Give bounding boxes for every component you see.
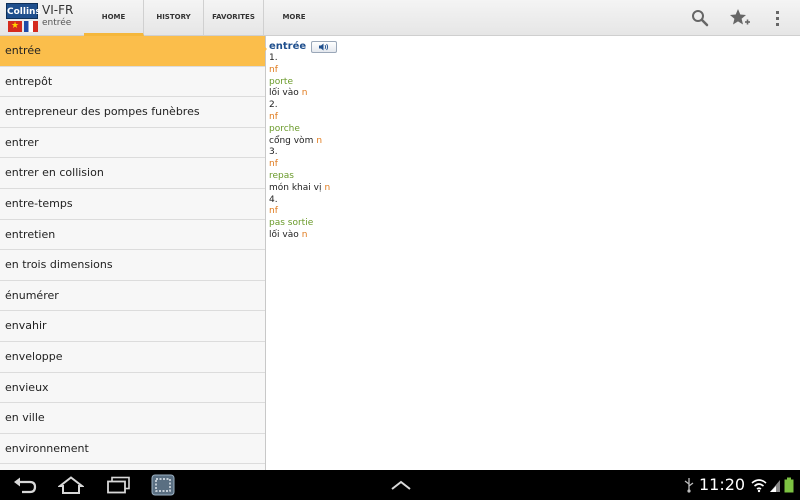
vietnamese-text: lối vào [269, 229, 299, 240]
vietnamese-translation: cổng vòm n [269, 136, 789, 148]
word-list-item[interactable]: en ville [0, 403, 265, 434]
wifi-icon [751, 477, 767, 493]
tab-favorites[interactable]: FAVORITES [204, 0, 264, 36]
sense-4: 4. nf pas sortie lối vào n [269, 195, 789, 242]
pronunciation-audio-button[interactable] [311, 40, 338, 53]
part-of-speech: nf [269, 206, 278, 217]
main-tabs: HOME HISTORY FAVORITES MORE [84, 0, 324, 36]
dictionary-entry: entrée 1. nf porte lối vào n 2. nf porche… [269, 40, 789, 242]
sense-number: 4. [269, 194, 278, 205]
expand-up-icon[interactable] [388, 476, 414, 494]
back-icon[interactable] [12, 476, 38, 494]
word-list-item[interactable]: environnement [0, 434, 265, 465]
word-list-item[interactable]: entrer [0, 128, 265, 159]
sense-number: 1. [269, 53, 278, 63]
collins-logo[interactable]: Collins ★ [6, 3, 41, 33]
favorite-add-icon[interactable] [729, 8, 750, 28]
recent-apps-icon[interactable] [105, 476, 131, 494]
vietnam-flag-icon: ★ [8, 21, 22, 32]
current-word-subtitle: entrée [42, 18, 72, 28]
word-list-item[interactable]: entretien [0, 220, 265, 251]
speaker-icon [319, 43, 329, 50]
word-list-item[interactable]: enveloppe [0, 342, 265, 373]
french-translation[interactable]: repas [269, 171, 789, 183]
search-icon[interactable] [690, 8, 710, 28]
action-bar: Collins ★ VI-FR entrée HOME HISTORY FAVO… [0, 0, 800, 36]
part-of-speech: nf [269, 111, 278, 122]
vietnamese-text: lối vào [269, 88, 299, 99]
vietnamese-pos: n [301, 88, 308, 99]
signal-icon [769, 477, 781, 493]
french-translation[interactable]: pas sortie [269, 218, 789, 230]
home-icon[interactable] [57, 476, 85, 494]
system-navigation-bar: 11:20 [0, 470, 800, 500]
status-clock: 11:20 [699, 475, 746, 494]
sense-1: 1. nf porte lối vào n [269, 53, 789, 100]
word-list-item[interactable]: entre-temps [0, 189, 265, 220]
sense-3: 3. nf repas món khai vị n [269, 147, 789, 194]
word-list-item[interactable]: énumérer [0, 281, 265, 312]
word-list-item-selected[interactable]: entrée [0, 36, 265, 67]
tab-more[interactable]: MORE [264, 0, 324, 36]
france-flag-icon [24, 21, 38, 32]
word-list-item[interactable]: envahir [0, 311, 265, 342]
sense-number: 3. [269, 147, 278, 158]
sense-number: 2. [269, 100, 278, 111]
word-list-item[interactable]: en trois dimensions [0, 250, 265, 281]
app-title: VI-FR [42, 3, 74, 17]
tab-history[interactable]: HISTORY [144, 0, 204, 36]
vietnamese-translation: lối vào n [269, 88, 789, 100]
tab-home[interactable]: HOME [84, 0, 144, 36]
word-list-item[interactable]: entrepôt [0, 67, 265, 98]
french-translation[interactable]: porte [269, 77, 789, 89]
word-list-item[interactable]: entrer en collision [0, 158, 265, 189]
vietnamese-pos: n [316, 135, 323, 146]
selection-pointer [259, 41, 267, 57]
vietnamese-translation: món khai vị n [269, 183, 789, 195]
screenshot-icon[interactable] [151, 474, 175, 496]
sense-2: 2. nf porche cổng vòm n [269, 100, 789, 147]
headword: entrée [269, 40, 307, 52]
battery-icon [784, 477, 794, 493]
word-list[interactable]: entrée entrepôt entrepreneur des pompes … [0, 36, 266, 470]
vietnamese-translation: lối vào n [269, 230, 789, 242]
vietnamese-pos: n [324, 182, 331, 193]
collins-logo-text: Collins [6, 3, 41, 19]
part-of-speech: nf [269, 64, 278, 75]
french-translation[interactable]: porche [269, 124, 789, 136]
vietnamese-pos: n [301, 229, 308, 240]
vietnamese-text: món khai vị [269, 182, 322, 193]
word-list-item[interactable]: envieux [0, 373, 265, 404]
vietnamese-text: cổng vòm [269, 135, 314, 146]
usb-icon [683, 477, 695, 493]
overflow-menu-icon[interactable] [770, 8, 786, 28]
word-list-item[interactable]: entrepreneur des pompes funèbres [0, 97, 265, 128]
headword-line: entrée [269, 40, 789, 53]
part-of-speech: nf [269, 159, 278, 170]
